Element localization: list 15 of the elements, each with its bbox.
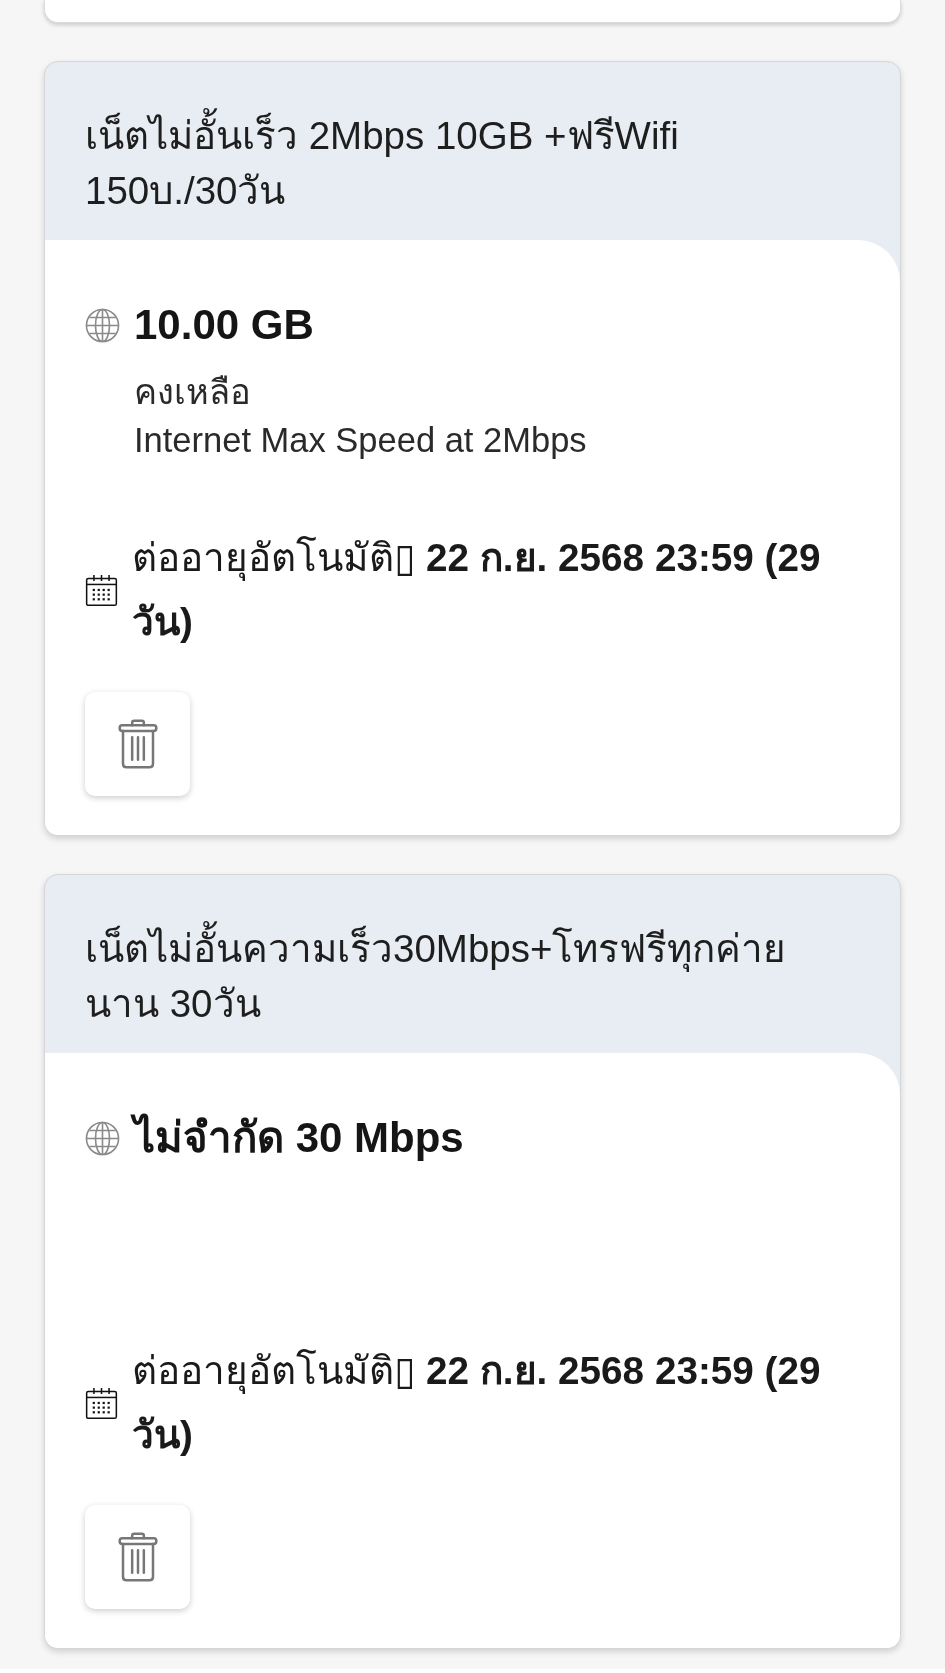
detail-text: Internet Max Speed at 2Mbps: [134, 420, 587, 461]
trash-icon: [117, 1532, 158, 1582]
delete-button[interactable]: [85, 1505, 190, 1609]
calendar-icon: [85, 1386, 118, 1420]
renewal-text: ต่ออายุอัตโนมัติ▯ 22 ก.ย. 2568 23:59 (29 วัน): [132, 535, 822, 645]
data-amount: 10.00 GB: [134, 300, 315, 350]
package-title: เน็ตไม่อั้นเร็ว 2Mbps 10GB +ฟรีWifi 150บ./30วัน: [85, 108, 860, 218]
globe-icon: [85, 1121, 120, 1156]
renewal-text: ต่ออายุอัตโนมัติ▯ 22 ก.ย. 2568 23:59 (29 วัน): [132, 1348, 822, 1458]
package-title: เน็ตไม่อั้นความเร็ว30Mbps+โทรฟรีทุกค่าย นาน 30วัน: [85, 921, 860, 1031]
calendar-icon: [85, 573, 118, 607]
detail-text: คงเหลือ: [134, 372, 252, 413]
delete-button[interactable]: [85, 692, 190, 796]
trash-icon: [117, 719, 158, 769]
globe-icon: [85, 308, 120, 343]
